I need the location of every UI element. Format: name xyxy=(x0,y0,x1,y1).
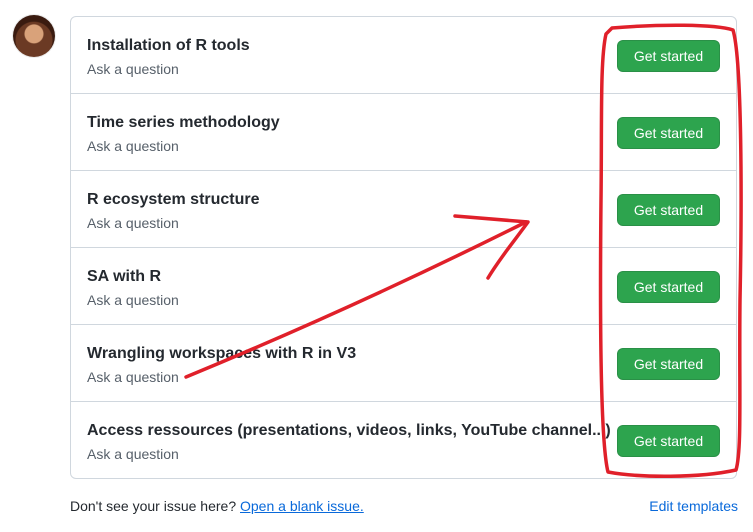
template-row: Installation of R tools Ask a question G… xyxy=(71,17,736,94)
template-title: SA with R xyxy=(87,268,162,285)
template-subtitle: Ask a question xyxy=(87,446,179,462)
issue-templates-list: Installation of R tools Ask a question G… xyxy=(70,16,737,479)
template-subtitle: Ask a question xyxy=(87,61,179,77)
template-title: Access ressources (presentations, videos… xyxy=(87,422,611,439)
footer-prompt: Don't see your issue here? Open a blank … xyxy=(70,498,364,514)
template-title: R ecosystem structure xyxy=(87,191,260,208)
template-subtitle: Ask a question xyxy=(87,292,179,308)
template-row: Access ressources (presentations, videos… xyxy=(71,402,736,478)
get-started-button[interactable]: Get started xyxy=(617,271,720,303)
template-subtitle: Ask a question xyxy=(87,369,179,385)
get-started-button[interactable]: Get started xyxy=(617,425,720,457)
template-row: Time series methodology Ask a question G… xyxy=(71,94,736,171)
template-subtitle: Ask a question xyxy=(87,215,179,231)
get-started-button[interactable]: Get started xyxy=(617,117,720,149)
template-row: SA with R Ask a question Get started xyxy=(71,248,736,325)
template-title: Wrangling workspaces with R in V3 xyxy=(87,345,357,362)
edit-templates-link[interactable]: Edit templates xyxy=(649,498,738,514)
template-row: R ecosystem structure Ask a question Get… xyxy=(71,171,736,248)
footer-prompt-text: Don't see your issue here? xyxy=(70,498,237,514)
get-started-button[interactable]: Get started xyxy=(617,194,720,226)
template-row: Wrangling workspaces with R in V3 Ask a … xyxy=(71,325,736,402)
avatar[interactable] xyxy=(13,15,55,57)
get-started-button[interactable]: Get started xyxy=(617,348,720,380)
template-title: Time series methodology xyxy=(87,114,280,131)
open-blank-issue-link[interactable]: Open a blank issue. xyxy=(240,498,364,514)
template-subtitle: Ask a question xyxy=(87,138,179,154)
get-started-button[interactable]: Get started xyxy=(617,40,720,72)
template-title: Installation of R tools xyxy=(87,37,250,54)
